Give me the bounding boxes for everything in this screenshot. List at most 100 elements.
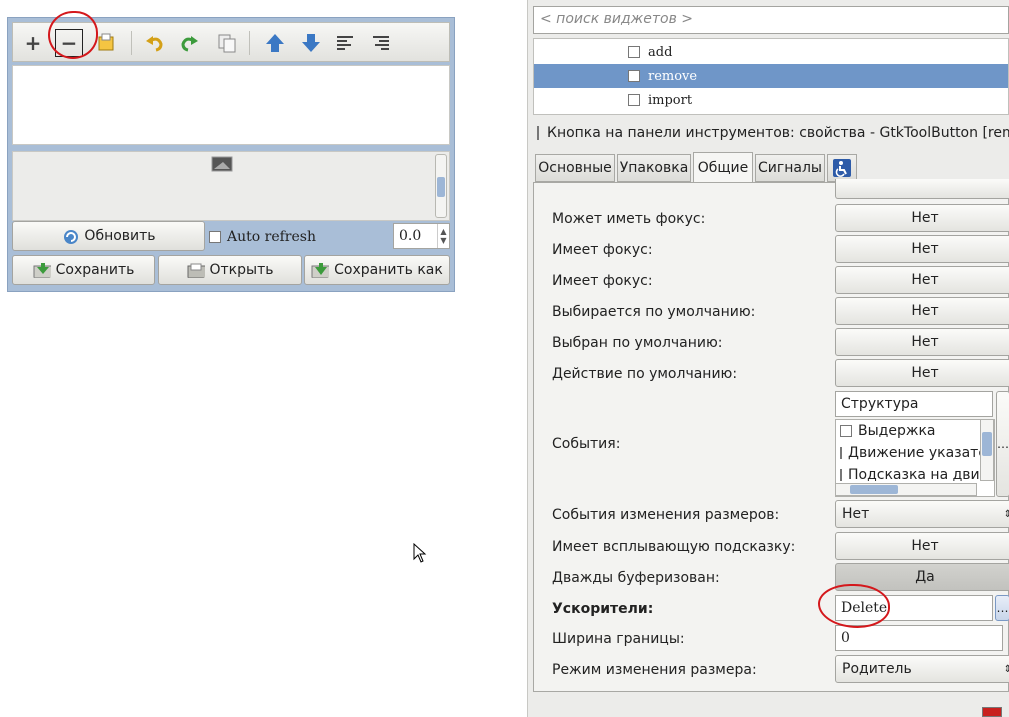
is-focus-toggle[interactable]: Нет xyxy=(835,266,1009,294)
refresh-button[interactable]: Обновить xyxy=(12,221,205,251)
toggle-value: Нет xyxy=(911,241,939,257)
property-list: Может иметь фокус: Нет Имеет фокус: Нет … xyxy=(533,179,1009,692)
widget-search-input[interactable]: < поиск виджетов > xyxy=(533,6,1009,34)
widget-name: import xyxy=(648,92,693,108)
checkbox-box[interactable] xyxy=(840,469,842,481)
tab-signals[interactable]: Сигналы xyxy=(755,154,825,182)
spin-arrows-icon[interactable]: ▲ ▼ xyxy=(437,224,449,248)
has-focus-toggle[interactable]: Нет xyxy=(835,235,1009,263)
tab-common[interactable]: Общие xyxy=(693,152,753,183)
refresh-spinbox-value: 0.0 xyxy=(399,228,422,244)
border-width-spinbox[interactable]: 0 xyxy=(835,625,1003,651)
toggle-value: Нет xyxy=(911,303,939,319)
border-width-value: 0 xyxy=(841,630,850,646)
auto-refresh-label: Auto refresh xyxy=(227,229,316,245)
checkbox-box[interactable] xyxy=(628,70,640,82)
property-label: Действие по умолчанию: xyxy=(552,366,738,382)
has-default-toggle[interactable]: Нет xyxy=(835,328,1009,356)
property-label: Имеет фокус: xyxy=(552,273,653,289)
widget-tree: add remove import xyxy=(533,38,1009,115)
copy-icon xyxy=(218,34,236,53)
preview-area xyxy=(12,151,450,221)
save-as-icon xyxy=(311,263,330,278)
align-left-tool-button[interactable] xyxy=(331,29,359,57)
arrow-down-icon xyxy=(302,34,320,52)
work-area xyxy=(12,65,450,145)
checkbox-box[interactable] xyxy=(628,46,640,58)
vertical-scrollbar[interactable] xyxy=(435,154,447,218)
undo-icon xyxy=(146,36,163,52)
events-vertical-scrollbar[interactable] xyxy=(980,419,994,481)
auto-refresh-checkbox[interactable]: Auto refresh xyxy=(209,229,316,245)
widget-name: add xyxy=(648,44,673,60)
checkbox-box[interactable] xyxy=(628,94,640,106)
has-tooltip-toggle[interactable]: Нет xyxy=(835,532,1009,560)
widget-tree-row[interactable]: add xyxy=(534,40,1008,64)
combo-arrows-icon: ⇕ xyxy=(1003,508,1009,520)
events-field-value: Структура xyxy=(841,396,919,412)
property-value-partial[interactable] xyxy=(835,179,1009,199)
toggle-value: Нет xyxy=(911,272,939,288)
checkbox-box[interactable] xyxy=(840,447,842,459)
can-focus-toggle[interactable]: Нет xyxy=(835,204,1009,232)
align-right-tool-button[interactable] xyxy=(367,29,395,57)
resize-mode-combo[interactable]: Родитель ⇕ xyxy=(835,655,1009,683)
open-icon xyxy=(187,263,205,278)
tab-packing[interactable]: Упаковка xyxy=(617,154,691,182)
property-label: Выбран по умолчанию: xyxy=(552,335,723,351)
move-up-tool-button[interactable] xyxy=(261,29,289,57)
property-label: Имеет фокус: xyxy=(552,242,653,258)
open-label: Открыть xyxy=(209,262,274,278)
save-button[interactable]: Сохранить xyxy=(12,255,155,285)
save-icon xyxy=(33,263,51,278)
tab-label: Упаковка xyxy=(619,160,689,176)
events-list-item[interactable]: Движение указателя xyxy=(836,442,994,464)
events-list-item[interactable]: Выдержка xyxy=(836,420,994,442)
can-default-toggle[interactable]: Нет xyxy=(835,297,1009,325)
checkbox-box[interactable] xyxy=(537,126,539,140)
widget-tree-row-selected[interactable]: remove xyxy=(534,64,1008,88)
widget-name: remove xyxy=(648,68,698,84)
tab-basic[interactable]: Основные xyxy=(535,154,615,182)
property-label: Ширина границы: xyxy=(552,631,685,647)
redo-tool-button[interactable] xyxy=(175,29,203,57)
scrollbar-thumb[interactable] xyxy=(982,432,992,456)
refresh-spinbox[interactable]: 0.0 ▲ ▼ xyxy=(393,223,450,249)
add-tool-button[interactable]: + xyxy=(19,29,47,57)
properties-title: Кнопка на панели инструментов: свойства … xyxy=(547,125,1009,141)
checkbox-box[interactable] xyxy=(209,231,221,243)
add-icon: + xyxy=(24,31,42,55)
receives-default-toggle[interactable]: Нет xyxy=(835,359,1009,387)
event-name: Выдержка xyxy=(858,423,936,439)
save-label: Сохранить xyxy=(55,262,135,278)
open-button[interactable]: Открыть xyxy=(158,255,302,285)
property-label: Ускорители: xyxy=(552,601,654,617)
property-label: Выбирается по умолчанию: xyxy=(552,304,756,320)
combo-value: Нет xyxy=(842,506,870,522)
copy-tool-button[interactable] xyxy=(213,29,241,57)
tab-accessibility[interactable] xyxy=(827,154,857,182)
scrollbar-thumb[interactable] xyxy=(850,485,898,494)
scrollbar-thumb[interactable] xyxy=(437,177,445,197)
widget-tree-row[interactable]: import xyxy=(534,88,1008,112)
property-tabs: Основные Упаковка Общие Сигналы xyxy=(533,152,1009,183)
accelerators-edit-button[interactable]: … xyxy=(995,595,1009,621)
accessibility-icon xyxy=(833,159,851,177)
checkbox-box[interactable] xyxy=(840,425,852,437)
property-label: Дважды буферизован: xyxy=(552,570,720,586)
properties-header: Кнопка на панели инструментов: свойства … xyxy=(537,122,1009,144)
extension-events-combo[interactable]: Нет ⇕ xyxy=(835,500,1009,528)
undo-tool-button[interactable] xyxy=(141,29,169,57)
arrow-up-icon xyxy=(266,34,284,52)
toggle-value: Нет xyxy=(911,334,939,350)
move-down-tool-button[interactable] xyxy=(297,29,325,57)
events-horizontal-scrollbar[interactable] xyxy=(835,483,977,496)
save-as-button[interactable]: Сохранить как xyxy=(304,255,450,285)
tab-label: Основные xyxy=(538,160,612,176)
annotation-circle-remove xyxy=(48,11,98,59)
events-field[interactable]: Структура xyxy=(835,391,993,417)
events-edit-button[interactable]: … xyxy=(996,391,1009,497)
toolbar-separator xyxy=(131,31,132,55)
property-label: Может иметь фокус: xyxy=(552,211,706,227)
combo-arrows-icon: ⇕ xyxy=(1003,663,1009,675)
